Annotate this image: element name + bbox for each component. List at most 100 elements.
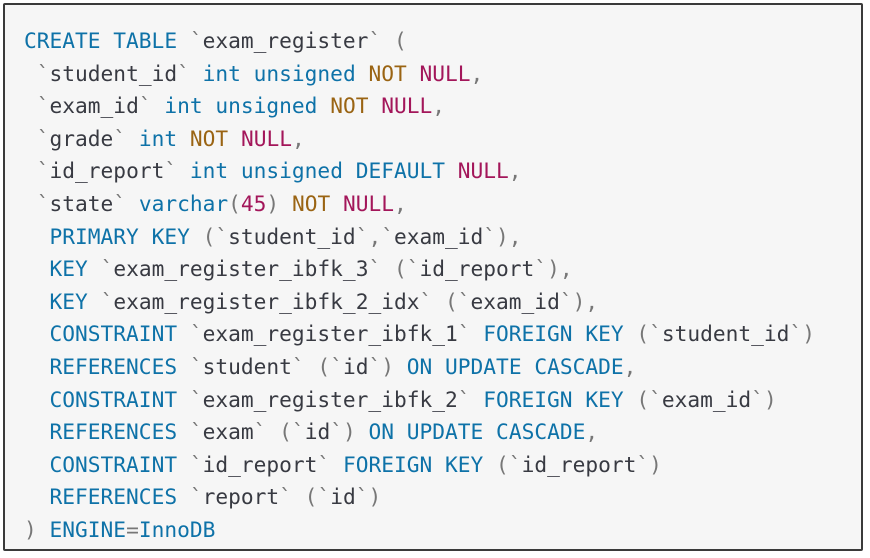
code-token: NULL	[381, 93, 433, 119]
code-token: (	[432, 288, 458, 314]
code-token: (	[228, 190, 241, 216]
code-token: `	[649, 321, 662, 347]
code-token: ,	[508, 158, 522, 184]
code-token: student_id	[661, 321, 790, 347]
code-line: REFERENCES `exam` (`id`) ON UPDATE CASCA…	[24, 416, 815, 449]
code-line: `student_id` int unsigned NOT NULL,	[24, 58, 815, 91]
code-token: `	[189, 419, 203, 445]
code-token: `	[355, 484, 369, 510]
code-line: CONSTRAINT `id_report` FOREIGN KEY (`id_…	[24, 449, 815, 482]
code-token: `	[279, 484, 292, 510]
code-token: `	[291, 353, 305, 379]
code-token: ,	[623, 353, 637, 379]
code-token: report	[202, 484, 280, 510]
code-token: )	[381, 353, 394, 379]
code-token: (	[381, 28, 407, 53]
code-token: id	[342, 353, 369, 379]
code-line: CREATE TABLE `exam_register` (	[24, 25, 815, 58]
code-token: `	[36, 125, 50, 151]
sql-code-block: CREATE TABLE `exam_register` ( `student_…	[24, 25, 815, 547]
code-token: CONSTRAINT	[49, 386, 178, 412]
code-token: `	[317, 484, 331, 510]
code-token: exam_register_ibfk_2	[202, 386, 458, 412]
code-token: `	[406, 256, 420, 282]
code-token: CREATE TABLE	[24, 28, 178, 53]
code-token: =	[126, 516, 139, 542]
code-token: `	[100, 288, 114, 314]
code-token: `	[177, 60, 190, 86]
code-line: KEY `exam_register_ibfk_3` (`id_report`)…	[24, 253, 815, 286]
code-token: int unsigned DEFAULT	[189, 158, 445, 184]
code-token: (	[304, 353, 331, 379]
code-token: exam_register_ibfk_2_idx	[113, 288, 420, 314]
code-token: NOT	[368, 60, 407, 86]
code-token: NOT	[291, 190, 331, 216]
code-line: `id_report` int unsigned DEFAULT NULL,	[24, 155, 815, 188]
code-token: exam_id	[49, 93, 139, 119]
code-token: `	[330, 419, 343, 445]
code-token: exam_register_ibfk_3	[113, 256, 369, 282]
code-token: `	[36, 60, 50, 86]
code-token: `	[649, 386, 662, 412]
code-line: KEY `exam_register_ibfk_2_idx` (`exam_id…	[24, 286, 815, 319]
code-token: exam_register_ibfk_1	[202, 321, 458, 347]
code-token: exam_id	[470, 288, 560, 314]
code-token: `	[534, 256, 548, 282]
code-token: `,`	[355, 223, 394, 249]
code-token: `	[36, 93, 50, 119]
code-token: exam_id	[393, 223, 484, 249]
code-token: `	[457, 321, 471, 347]
code-token: REFERENCES	[49, 484, 178, 510]
code-token: )	[802, 321, 815, 347]
code-token: `	[100, 256, 114, 282]
code-token: PRIMARY KEY	[49, 223, 190, 249]
code-token: )	[763, 386, 777, 412]
code-token: id_report	[202, 451, 318, 477]
code-token: `	[419, 288, 433, 314]
code-line: CONSTRAINT `exam_register_ibfk_1` FOREIG…	[24, 318, 815, 351]
code-token: student_id	[228, 223, 356, 249]
code-token: ),	[572, 288, 599, 314]
code-token: NULL	[343, 190, 395, 216]
code-token: `	[508, 451, 522, 477]
code-token: )	[24, 516, 37, 542]
code-token: FOREIGN KEY	[483, 386, 624, 412]
code-token: exam_id	[661, 386, 752, 412]
code-token: `	[291, 419, 305, 445]
code-token: `	[368, 28, 382, 53]
code-token: NULL	[457, 158, 509, 184]
code-line: REFERENCES `report` (`id`)	[24, 481, 815, 514]
code-token: (	[623, 386, 650, 412]
code-token: KEY	[49, 288, 88, 314]
code-line: `exam_id` int unsigned NOT NULL,	[24, 90, 815, 123]
code-token: ,	[291, 125, 305, 151]
code-token: `	[368, 256, 382, 282]
code-token: )	[649, 451, 662, 477]
code-token: student	[202, 353, 292, 379]
code-token: (	[381, 256, 407, 282]
code-token: FOREIGN KEY	[342, 451, 484, 477]
code-token: `	[138, 93, 152, 119]
code-token: (	[623, 321, 650, 347]
code-token: grade	[49, 125, 114, 151]
code-token: ,	[585, 419, 599, 445]
